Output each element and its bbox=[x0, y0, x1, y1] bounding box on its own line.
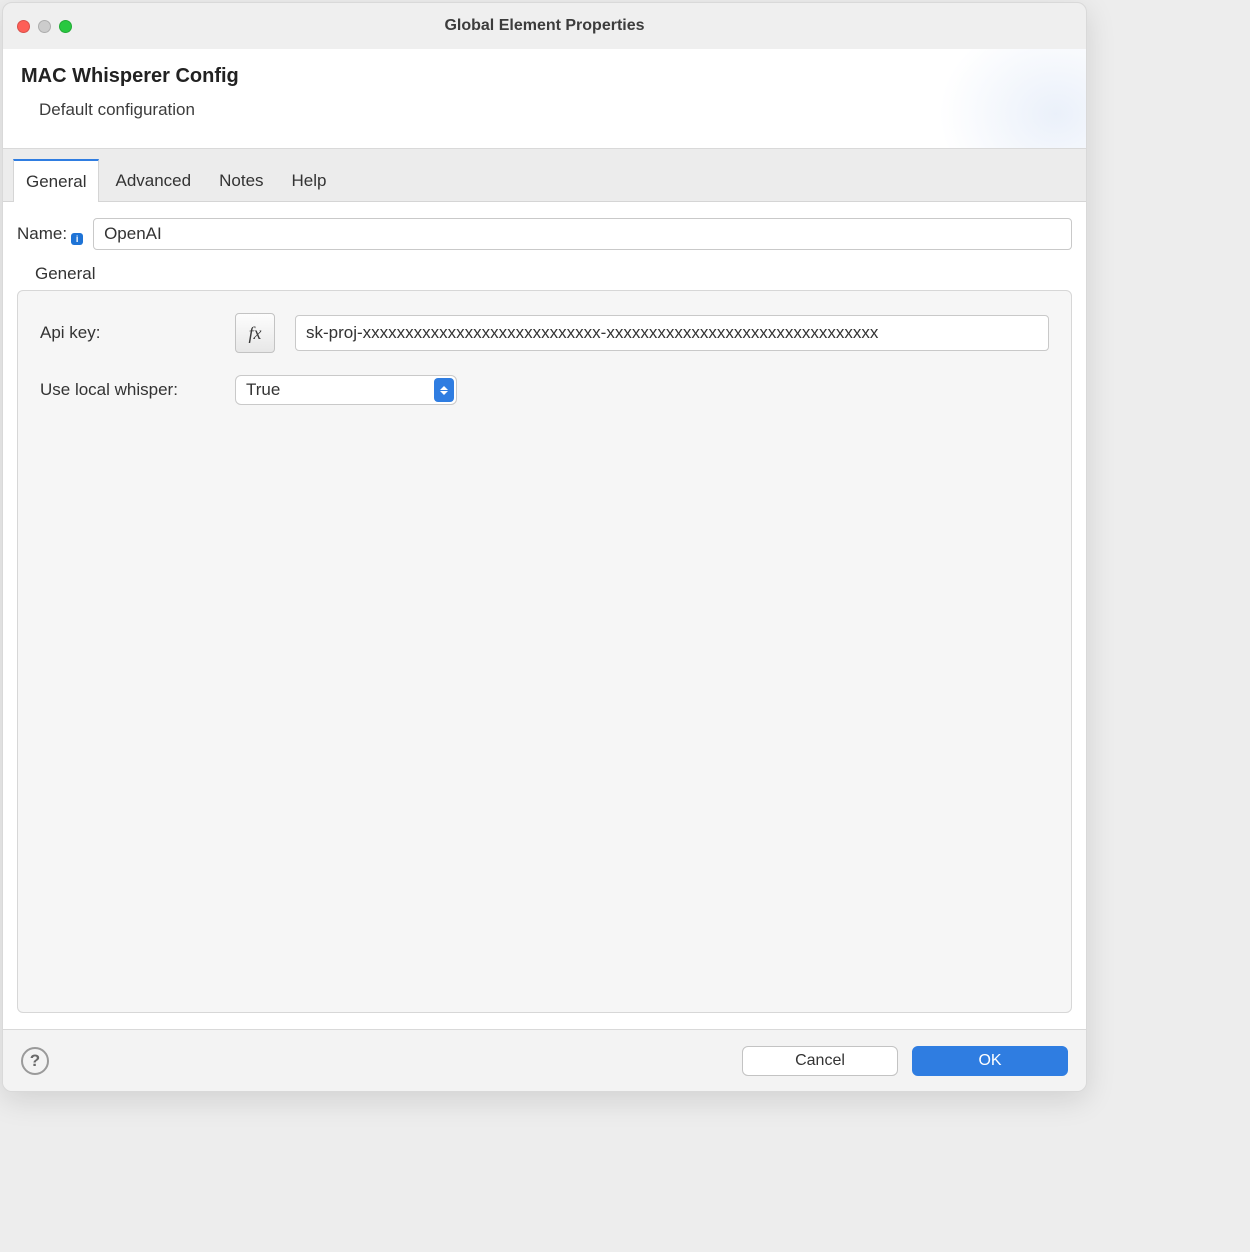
general-section-label: General bbox=[35, 264, 1072, 284]
dialog-footer: ? Cancel OK bbox=[3, 1029, 1086, 1091]
chevron-up-icon bbox=[440, 386, 448, 390]
help-button[interactable]: ? bbox=[21, 1047, 49, 1075]
name-label: Name: bbox=[17, 224, 67, 244]
apikey-input[interactable] bbox=[295, 315, 1049, 351]
fx-expression-button[interactable]: fx bbox=[235, 313, 275, 353]
titlebar: Global Element Properties bbox=[3, 3, 1086, 49]
info-icon[interactable]: i bbox=[71, 233, 83, 245]
apikey-row: Api key: fx bbox=[40, 313, 1049, 353]
config-title: MAC Whisperer Config bbox=[21, 65, 1068, 88]
tab-general[interactable]: General bbox=[13, 159, 99, 202]
ok-button[interactable]: OK bbox=[912, 1046, 1068, 1076]
tab-advanced[interactable]: Advanced bbox=[103, 159, 203, 201]
local-whisper-select[interactable]: True bbox=[235, 375, 457, 405]
local-whisper-value: True bbox=[246, 380, 280, 400]
cancel-button[interactable]: Cancel bbox=[742, 1046, 898, 1076]
select-stepper-icon bbox=[434, 378, 454, 402]
tab-help[interactable]: Help bbox=[280, 159, 339, 201]
chevron-down-icon bbox=[440, 391, 448, 395]
config-subtitle: Default configuration bbox=[39, 100, 1068, 120]
general-section-panel: Api key: fx Use local whisper: True bbox=[17, 290, 1072, 1013]
name-row: Name: i bbox=[17, 218, 1072, 250]
tabs-bar: General Advanced Notes Help bbox=[3, 149, 1086, 202]
dialog-window: Global Element Properties MAC Whisperer … bbox=[2, 2, 1087, 1092]
local-whisper-row: Use local whisper: True bbox=[40, 375, 1049, 405]
name-input[interactable] bbox=[93, 218, 1072, 250]
apikey-label: Api key: bbox=[40, 323, 235, 343]
window-title: Global Element Properties bbox=[3, 17, 1086, 35]
local-whisper-label: Use local whisper: bbox=[40, 380, 235, 400]
tab-notes[interactable]: Notes bbox=[207, 159, 275, 201]
main-panel: Name: i General Api key: fx Use local wh… bbox=[3, 202, 1086, 1029]
dialog-header: MAC Whisperer Config Default configurati… bbox=[3, 49, 1086, 149]
